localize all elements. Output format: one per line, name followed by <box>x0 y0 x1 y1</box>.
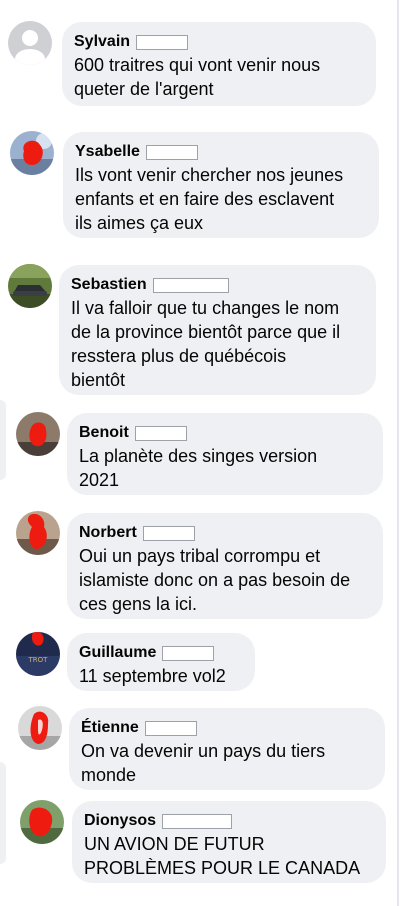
commenter-name[interactable]: Guillaume <box>79 644 156 662</box>
svg-text:TROT: TROT <box>28 656 49 664</box>
comment-bubble: Benoit La planète des singes version 202… <box>67 413 383 495</box>
comment-text: Il va falloir que tu changes le nom de l… <box>71 298 341 390</box>
car-photo-icon[interactable] <box>8 264 52 308</box>
redacted-photo-icon[interactable] <box>20 800 64 844</box>
redaction-box <box>136 34 189 50</box>
comment-bubble: Ysabelle Ils vont venir chercher nos jeu… <box>63 132 379 238</box>
redacted-photo-icon[interactable] <box>16 412 60 456</box>
comment-bubble: Étienne On va devenir un pays du tiers m… <box>69 708 385 790</box>
redaction-box <box>152 277 229 293</box>
comment-text: La planète des singes version 2021 <box>79 446 318 490</box>
commenter-name[interactable]: Sylvain <box>74 33 130 51</box>
comment-text: On va devenir un pays du tiers monde <box>81 741 326 785</box>
redacted-photo-icon[interactable]: TROT <box>16 632 60 676</box>
comment-bubble: Dionysos UN AVION DE FUTUR PROBLÈMES POU… <box>72 801 386 883</box>
commenter-name[interactable]: Sebastien <box>71 276 147 294</box>
commenter-name[interactable]: Benoit <box>79 424 129 442</box>
redaction-box <box>144 720 197 736</box>
comment-text: Oui un pays tribal corrompu et islamiste… <box>79 546 351 614</box>
redaction-box <box>134 425 187 441</box>
default-profile-icon[interactable] <box>8 21 52 65</box>
redacted-photo-icon[interactable] <box>18 706 62 750</box>
comment-bubble: Guillaume 11 septembre vol2 <box>67 633 255 691</box>
comment-text: Ils vont venir chercher nos jeunes enfan… <box>75 165 344 233</box>
left-edge-fragment <box>0 762 6 864</box>
redacted-photo-icon[interactable] <box>16 511 60 555</box>
comment-bubble: Sebastien Il va falloir que tu changes l… <box>59 265 376 395</box>
comment-text: 600 traitres qui vont venir nous queter … <box>74 55 321 99</box>
commenter-name[interactable]: Étienne <box>81 719 139 737</box>
redaction-box <box>162 813 233 829</box>
comment-text: UN AVION DE FUTUR PROBLÈMES POUR LE CANA… <box>84 834 361 878</box>
commenter-name[interactable]: Ysabelle <box>75 143 140 161</box>
comment-bubble: Norbert Oui un pays tribal corrompu et i… <box>67 513 383 619</box>
redaction-box <box>162 645 215 661</box>
commenter-name[interactable]: Dionysos <box>84 812 156 830</box>
right-edge-divider <box>397 0 399 906</box>
redaction-box <box>142 525 195 541</box>
comment-text: 11 septembre vol2 <box>79 666 226 686</box>
redacted-photo-icon[interactable] <box>10 131 54 175</box>
comment-bubble: Sylvain 600 traitres qui vont venir nous… <box>62 22 376 106</box>
left-edge-fragment <box>0 400 6 480</box>
commenter-name[interactable]: Norbert <box>79 524 137 542</box>
redaction-box <box>145 144 198 160</box>
